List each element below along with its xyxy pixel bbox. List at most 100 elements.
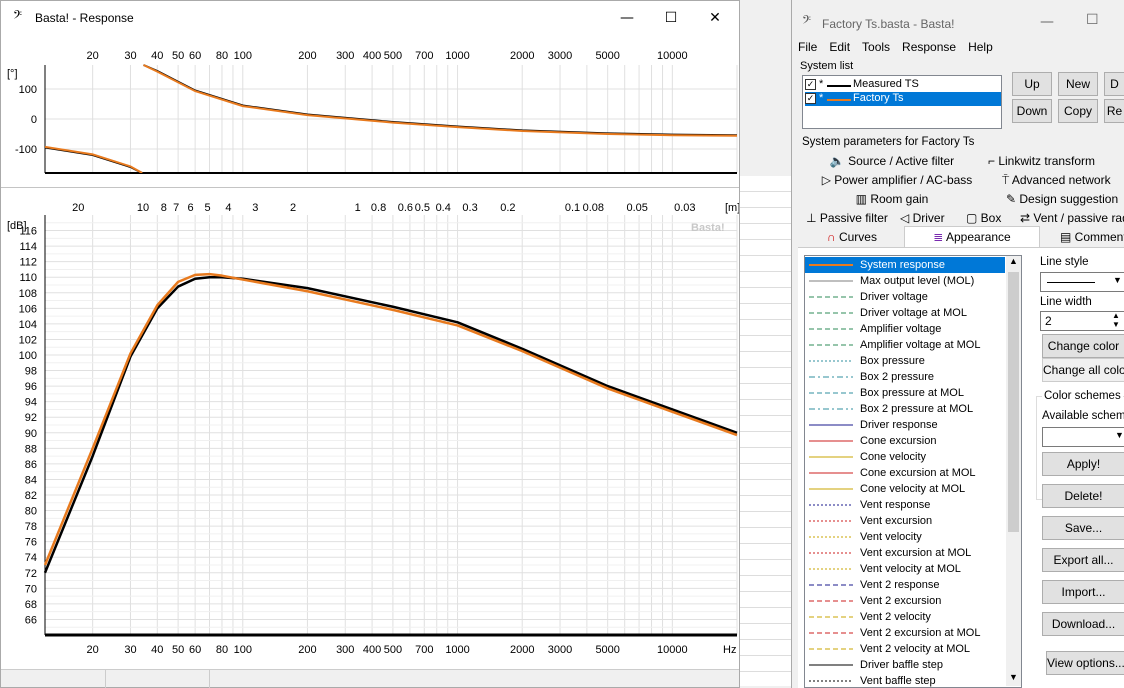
- curve-list-item[interactable]: Vent velocity: [805, 529, 1005, 545]
- tab-box[interactable]: ▢ Box: [966, 209, 1010, 227]
- curve-list-item[interactable]: Driver voltage: [805, 289, 1005, 305]
- curve-list-item[interactable]: Box pressure at MOL: [805, 385, 1005, 401]
- tab-vent-passive-radiator[interactable]: ⇄ Vent / passive radiator: [1020, 209, 1124, 227]
- curve-style-swatch: [809, 392, 853, 394]
- curve-list-item[interactable]: Box 2 pressure at MOL: [805, 401, 1005, 417]
- curve-style-swatch: [809, 472, 853, 474]
- curve-list-item[interactable]: Cone excursion: [805, 433, 1005, 449]
- change-color-button[interactable]: Change color: [1042, 334, 1124, 358]
- close-button[interactable]: ✕: [693, 5, 737, 31]
- menu-help[interactable]: Help: [962, 40, 999, 58]
- tab-comments[interactable]: ▤ Comments: [1060, 228, 1124, 246]
- phase-x-tick-label: 3000: [548, 50, 572, 62]
- curve-list-item[interactable]: Vent 2 velocity at MOL: [805, 641, 1005, 657]
- curve-list-item[interactable]: Vent 2 excursion at MOL: [805, 625, 1005, 641]
- new-button[interactable]: New: [1058, 72, 1098, 96]
- scroll-down-icon[interactable]: ▼: [1006, 672, 1021, 686]
- rename-system-button[interactable]: Re: [1104, 99, 1124, 123]
- system-row-factory[interactable]: ✓ * Factory Ts: [805, 92, 1001, 106]
- system-row-measured[interactable]: ✓ * Measured TS: [805, 78, 1001, 92]
- curve-list-item[interactable]: Cone velocity: [805, 449, 1005, 465]
- background-plot-grid: [740, 176, 791, 686]
- import-button[interactable]: Import...: [1042, 580, 1124, 604]
- menu-file[interactable]: File: [792, 40, 823, 58]
- line-style-select[interactable]: ▼: [1040, 272, 1124, 292]
- curve-style-swatch: [809, 520, 853, 522]
- apply-scheme-button[interactable]: Apply!: [1042, 452, 1124, 476]
- series-swatch-measured: [827, 85, 851, 87]
- curve-style-swatch: [809, 616, 853, 618]
- curve-list-item[interactable]: Vent 2 velocity: [805, 609, 1005, 625]
- save-scheme-button[interactable]: Save...: [1042, 516, 1124, 540]
- spl-y-tick-label: 74: [25, 552, 37, 564]
- curve-list-item[interactable]: System response: [805, 257, 1005, 273]
- curve-list-item[interactable]: Vent 2 excursion: [805, 593, 1005, 609]
- curve-list-item[interactable]: Vent response: [805, 497, 1005, 513]
- tab-design-suggestion[interactable]: ✎ Design suggestion: [1006, 190, 1124, 208]
- checkbox-measured[interactable]: ✓: [805, 79, 816, 90]
- export-all-button[interactable]: Export all...: [1042, 548, 1124, 572]
- available-schemes-select[interactable]: ▼: [1042, 427, 1124, 447]
- curve-list-item[interactable]: Box pressure: [805, 353, 1005, 369]
- stepper-down-icon[interactable]: ▼: [1112, 320, 1120, 329]
- tab-driver[interactable]: ◁ Driver: [900, 209, 958, 227]
- change-all-colors-button[interactable]: Change all colors: [1042, 358, 1124, 382]
- view-options-button[interactable]: View options...: [1046, 651, 1124, 675]
- curve-list-item[interactable]: Cone excursion at MOL: [805, 465, 1005, 481]
- phase-plot[interactable]: 20 30 40 50 60 80 100 200 300 400 500 700 1000 2000 30…: [1, 35, 739, 177]
- tab-appearance[interactable]: ≣ Appearance: [904, 226, 1040, 247]
- curve-list-item[interactable]: Driver baffle step: [805, 657, 1005, 673]
- up-button[interactable]: Up: [1012, 72, 1052, 96]
- scrollbar-thumb[interactable]: [1008, 272, 1019, 532]
- tab-passive-filter[interactable]: ⊥ Passive filter: [802, 209, 892, 227]
- checkbox-factory[interactable]: ✓: [805, 93, 816, 104]
- line-width-stepper[interactable]: 2 ▲ ▼: [1040, 311, 1124, 331]
- tab-power-amplifier[interactable]: ▷ Power amplifier / AC-bass: [802, 171, 992, 189]
- curve-list-item[interactable]: Vent 2 response: [805, 577, 1005, 593]
- tab-advanced-network[interactable]: ⍑ Advanced network: [1002, 171, 1124, 189]
- maximize-button[interactable]: ☐: [649, 5, 693, 31]
- curve-list-item[interactable]: Driver voltage at MOL: [805, 305, 1005, 321]
- menu-edit[interactable]: Edit: [823, 40, 856, 58]
- download-button[interactable]: Download...: [1042, 612, 1124, 636]
- curves-list[interactable]: System response Max output level (MOL) Dri…: [804, 255, 1022, 688]
- curve-list-item[interactable]: Amplifier voltage: [805, 321, 1005, 337]
- system-list[interactable]: ✓ * Measured TS ✓ * Factory Ts: [802, 75, 1002, 129]
- curve-list-item[interactable]: Amplifier voltage at MOL: [805, 337, 1005, 353]
- spl-y-tick-label: 78: [25, 521, 37, 533]
- tab-room-gain[interactable]: ▥ Room gain: [802, 190, 982, 208]
- spl-y-tick-label: 76: [25, 537, 37, 549]
- pencil-icon: ✎: [1006, 192, 1020, 206]
- curve-list-item[interactable]: Driver response: [805, 417, 1005, 433]
- tab-curves[interactable]: ∩ Curves: [802, 228, 902, 246]
- curve-list-item[interactable]: Max output level (MOL): [805, 273, 1005, 289]
- factory-window: 𝄢 Factory Ts.basta - Basta! — ☐ File Edi…: [791, 0, 1124, 688]
- tab-linkwitz-transform[interactable]: ⌐ Linkwitz transform: [988, 152, 1124, 170]
- phase-x-tick-label: 300: [336, 50, 354, 62]
- spl-plot[interactable]: 20 10 8 7 6 5 4 3 2 1 0.8 0.6 0.5 0.4 0.3 0.2 0.1 0.08 0.0…: [1, 187, 739, 687]
- factory-minimize-button[interactable]: —: [1040, 14, 1054, 30]
- down-button[interactable]: Down: [1012, 99, 1052, 123]
- stepper-up-icon[interactable]: ▲: [1112, 311, 1120, 320]
- curve-list-item[interactable]: Vent excursion at MOL: [805, 545, 1005, 561]
- copy-button[interactable]: Copy: [1058, 99, 1098, 123]
- menu-response[interactable]: Response: [896, 40, 962, 58]
- curve-list-item[interactable]: Box 2 pressure: [805, 369, 1005, 385]
- factory-maximize-button[interactable]: ☐: [1086, 12, 1099, 28]
- scroll-up-icon[interactable]: ▲: [1006, 256, 1021, 270]
- delete-scheme-button[interactable]: Delete!: [1042, 484, 1124, 508]
- curve-list-item[interactable]: Vent excursion: [805, 513, 1005, 529]
- tab-source-active-filter[interactable]: 🔈 Source / Active filter: [802, 152, 982, 170]
- delete-system-button[interactable]: D: [1104, 72, 1124, 96]
- curve-list-item[interactable]: Vent velocity at MOL: [805, 561, 1005, 577]
- curves-list-scrollbar[interactable]: ▲ ▼: [1006, 256, 1021, 686]
- menu-tools[interactable]: Tools: [856, 40, 896, 58]
- curve-list-item[interactable]: Vent baffle step: [805, 673, 1005, 687]
- phase-x-tick-label: 50: [172, 50, 184, 62]
- spl-y-tick-label: 84: [25, 474, 37, 486]
- curve-list-item[interactable]: Cone velocity at MOL: [805, 481, 1005, 497]
- wavelength-tick-label: 8: [161, 202, 167, 214]
- curve-label: Box pressure: [860, 355, 925, 367]
- minimize-button[interactable]: —: [605, 5, 649, 31]
- spl-y-tick-label: 66: [25, 614, 37, 626]
